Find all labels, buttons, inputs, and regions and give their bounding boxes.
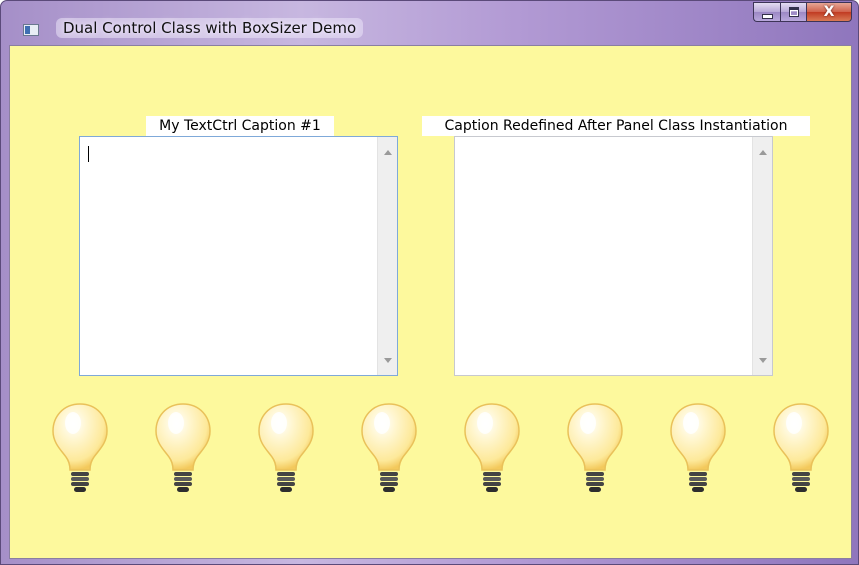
- scroll-up-arrow-icon[interactable]: [384, 150, 392, 155]
- text-input-1[interactable]: [79, 136, 398, 376]
- textctrl-caption-2: Caption Redefined After Panel Class Inst…: [422, 116, 810, 136]
- vertical-scrollbar-1[interactable]: [377, 137, 397, 375]
- maximize-icon: [788, 7, 799, 17]
- lightbulb-icon: [668, 401, 728, 501]
- textctrl-caption-1: My TextCtrl Caption #1: [146, 116, 334, 136]
- vertical-scrollbar-2[interactable]: [752, 137, 772, 375]
- app-window: Dual Control Class with BoxSizer Demo X …: [0, 0, 859, 565]
- lightbulb-icon: [256, 401, 316, 501]
- main-panel: My TextCtrl Caption #1 Caption Redefined…: [9, 45, 852, 559]
- lightbulb-icon: [462, 401, 522, 501]
- minimize-icon: [761, 13, 773, 19]
- minimize-button[interactable]: [753, 2, 780, 22]
- maximize-button[interactable]: [780, 2, 806, 22]
- lightbulb-icon: [565, 401, 625, 501]
- window-title: Dual Control Class with BoxSizer Demo: [56, 18, 364, 38]
- lightbulb-icon: [50, 401, 110, 501]
- text-cursor: [88, 146, 89, 162]
- close-icon: X: [823, 4, 835, 20]
- lightbulb-icon: [771, 401, 831, 501]
- scroll-down-arrow-icon[interactable]: [384, 358, 392, 363]
- lightbulb-icon: [359, 401, 419, 501]
- window-caption-buttons: X: [753, 2, 852, 24]
- scroll-up-arrow-icon[interactable]: [759, 150, 767, 155]
- text-input-2[interactable]: [454, 136, 773, 376]
- app-window-icon[interactable]: [23, 24, 39, 36]
- lightbulb-icon: [153, 401, 213, 501]
- title-bar[interactable]: Dual Control Class with BoxSizer Demo X: [1, 1, 858, 45]
- close-button[interactable]: X: [806, 2, 852, 22]
- scroll-down-arrow-icon[interactable]: [759, 358, 767, 363]
